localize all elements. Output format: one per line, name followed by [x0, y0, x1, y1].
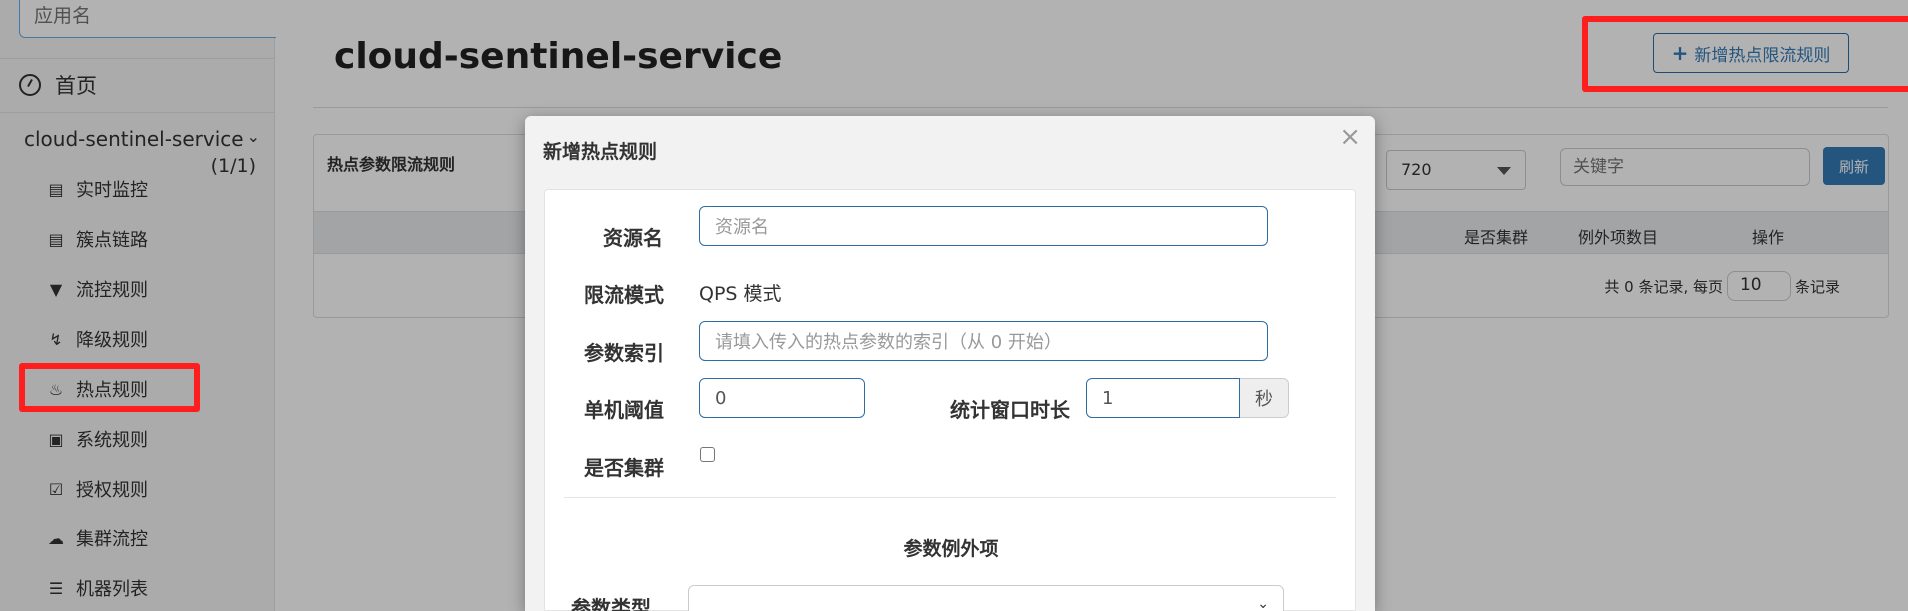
exception-section-title: 参数例外项: [903, 538, 999, 560]
highlight-box-hotspot-menu: [19, 363, 200, 412]
resource-label: 资源名: [603, 226, 663, 250]
param-index-input[interactable]: 请填入传入的热点参数的索引（从 0 开始）: [699, 321, 1268, 361]
window-unit: 秒: [1240, 378, 1289, 418]
param-type-label: 参数类型: [571, 596, 651, 611]
close-icon[interactable]: ×: [1339, 122, 1361, 152]
dialog-form: 资源名 资源名 限流模式 QPS 模式 参数索引 请填入传入的热点参数的索引（从…: [544, 189, 1356, 611]
dialog-title: 新增热点规则: [543, 141, 658, 163]
param-type-select[interactable]: ⌄: [688, 585, 1284, 611]
mode-label: 限流模式: [584, 283, 664, 307]
param-index-label: 参数索引: [584, 341, 664, 365]
threshold-label: 单机阈值: [584, 398, 664, 422]
threshold-input[interactable]: 0: [699, 378, 865, 418]
window-label: 统计窗口时长: [950, 398, 1070, 422]
mode-value: QPS 模式: [699, 283, 782, 305]
resource-input[interactable]: 资源名: [699, 206, 1268, 246]
highlight-box-add-button: [1582, 16, 1908, 92]
window-input[interactable]: 1: [1086, 378, 1240, 418]
add-hotspot-rule-dialog: 新增热点规则 × 资源名 资源名 限流模式 QPS 模式 参数索引 请填入传入的…: [525, 116, 1375, 611]
section-divider: [564, 497, 1336, 498]
cluster-checkbox[interactable]: [700, 447, 715, 462]
chevron-down-icon: ⌄: [1257, 596, 1269, 611]
cluster-label: 是否集群: [584, 456, 664, 480]
